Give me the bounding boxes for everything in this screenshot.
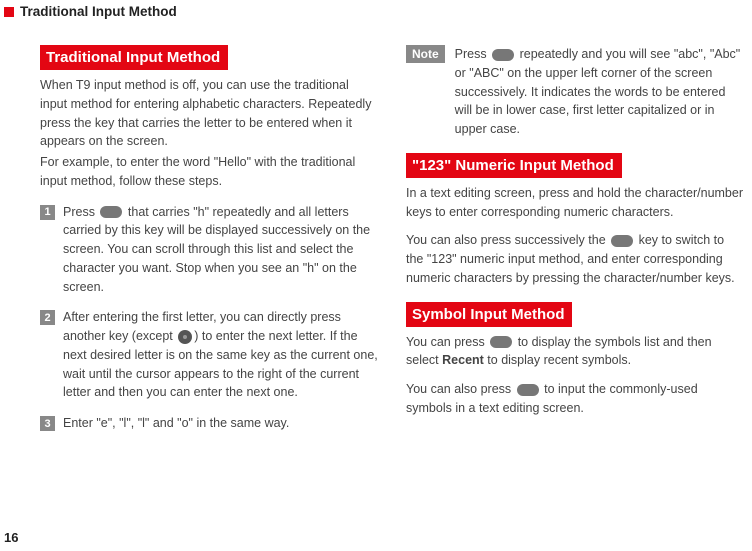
note-block: Note Press repeatedly and you will see "… [406,45,744,139]
numeric-paragraph-1: In a text editing screen, press and hold… [406,184,744,222]
step-text-pre: Press [63,205,98,219]
note-pre: Press [455,47,490,61]
section-title-symbol: Symbol Input Method [406,302,572,327]
key-star-icon [611,235,633,247]
note-text: Press repeatedly and you will see "abc",… [455,45,744,139]
step-text: After entering the first letter, you can… [63,308,378,402]
page-number: 16 [4,530,18,545]
section-traditional: Traditional Input Method When T9 input m… [40,45,378,433]
left-column: Traditional Input Method When T9 input m… [40,45,378,447]
step-number: 3 [40,416,55,431]
symbol-p1-post: to display recent symbols. [484,353,631,367]
intro-paragraph-1: When T9 input method is off, you can use… [40,76,378,151]
symbol-paragraph-2: You can also press to input the commonly… [406,380,744,418]
numeric-p2-pre: You can also press successively the [406,233,609,247]
note-badge: Note [406,45,445,63]
step-1: 1 Press that carries "h" repeatedly and … [40,203,378,297]
step-2: 2 After entering the first letter, you c… [40,308,378,402]
symbol-paragraph-1: You can press to display the symbols lis… [406,333,744,371]
section-numeric: "123" Numeric Input Method In a text edi… [406,153,744,288]
step-number: 2 [40,310,55,325]
numeric-paragraph-2: You can also press successively the key … [406,231,744,287]
section-title-numeric: "123" Numeric Input Method [406,153,622,178]
intro-paragraph-2: For example, to enter the word "Hello" w… [40,153,378,191]
step-number: 1 [40,205,55,220]
step-text-pre: Enter "e", "l", "l" and "o" in the same … [63,416,289,430]
key-1-icon [517,384,539,396]
step-text: Press that carries "h" repeatedly and al… [63,203,378,297]
step-3: 3 Enter "e", "l", "l" and "o" in the sam… [40,414,378,433]
dpad-icon [178,330,192,344]
header: Traditional Input Method [0,0,752,19]
page-title: Traditional Input Method [20,4,177,19]
symbol-p1-pre: You can press [406,335,488,349]
right-column: Note Press repeatedly and you will see "… [406,45,744,447]
brand-square-icon [4,7,14,17]
symbol-p2-pre: You can also press [406,382,515,396]
content-columns: Traditional Input Method When T9 input m… [0,19,752,447]
section-symbol: Symbol Input Method You can press to dis… [406,302,744,418]
step-text: Enter "e", "l", "l" and "o" in the same … [63,414,378,433]
key-4-icon [100,206,122,218]
key-star-icon [492,49,514,61]
symbol-p1-bold: Recent [442,353,484,367]
key-star-icon [490,336,512,348]
section-title-traditional: Traditional Input Method [40,45,228,70]
